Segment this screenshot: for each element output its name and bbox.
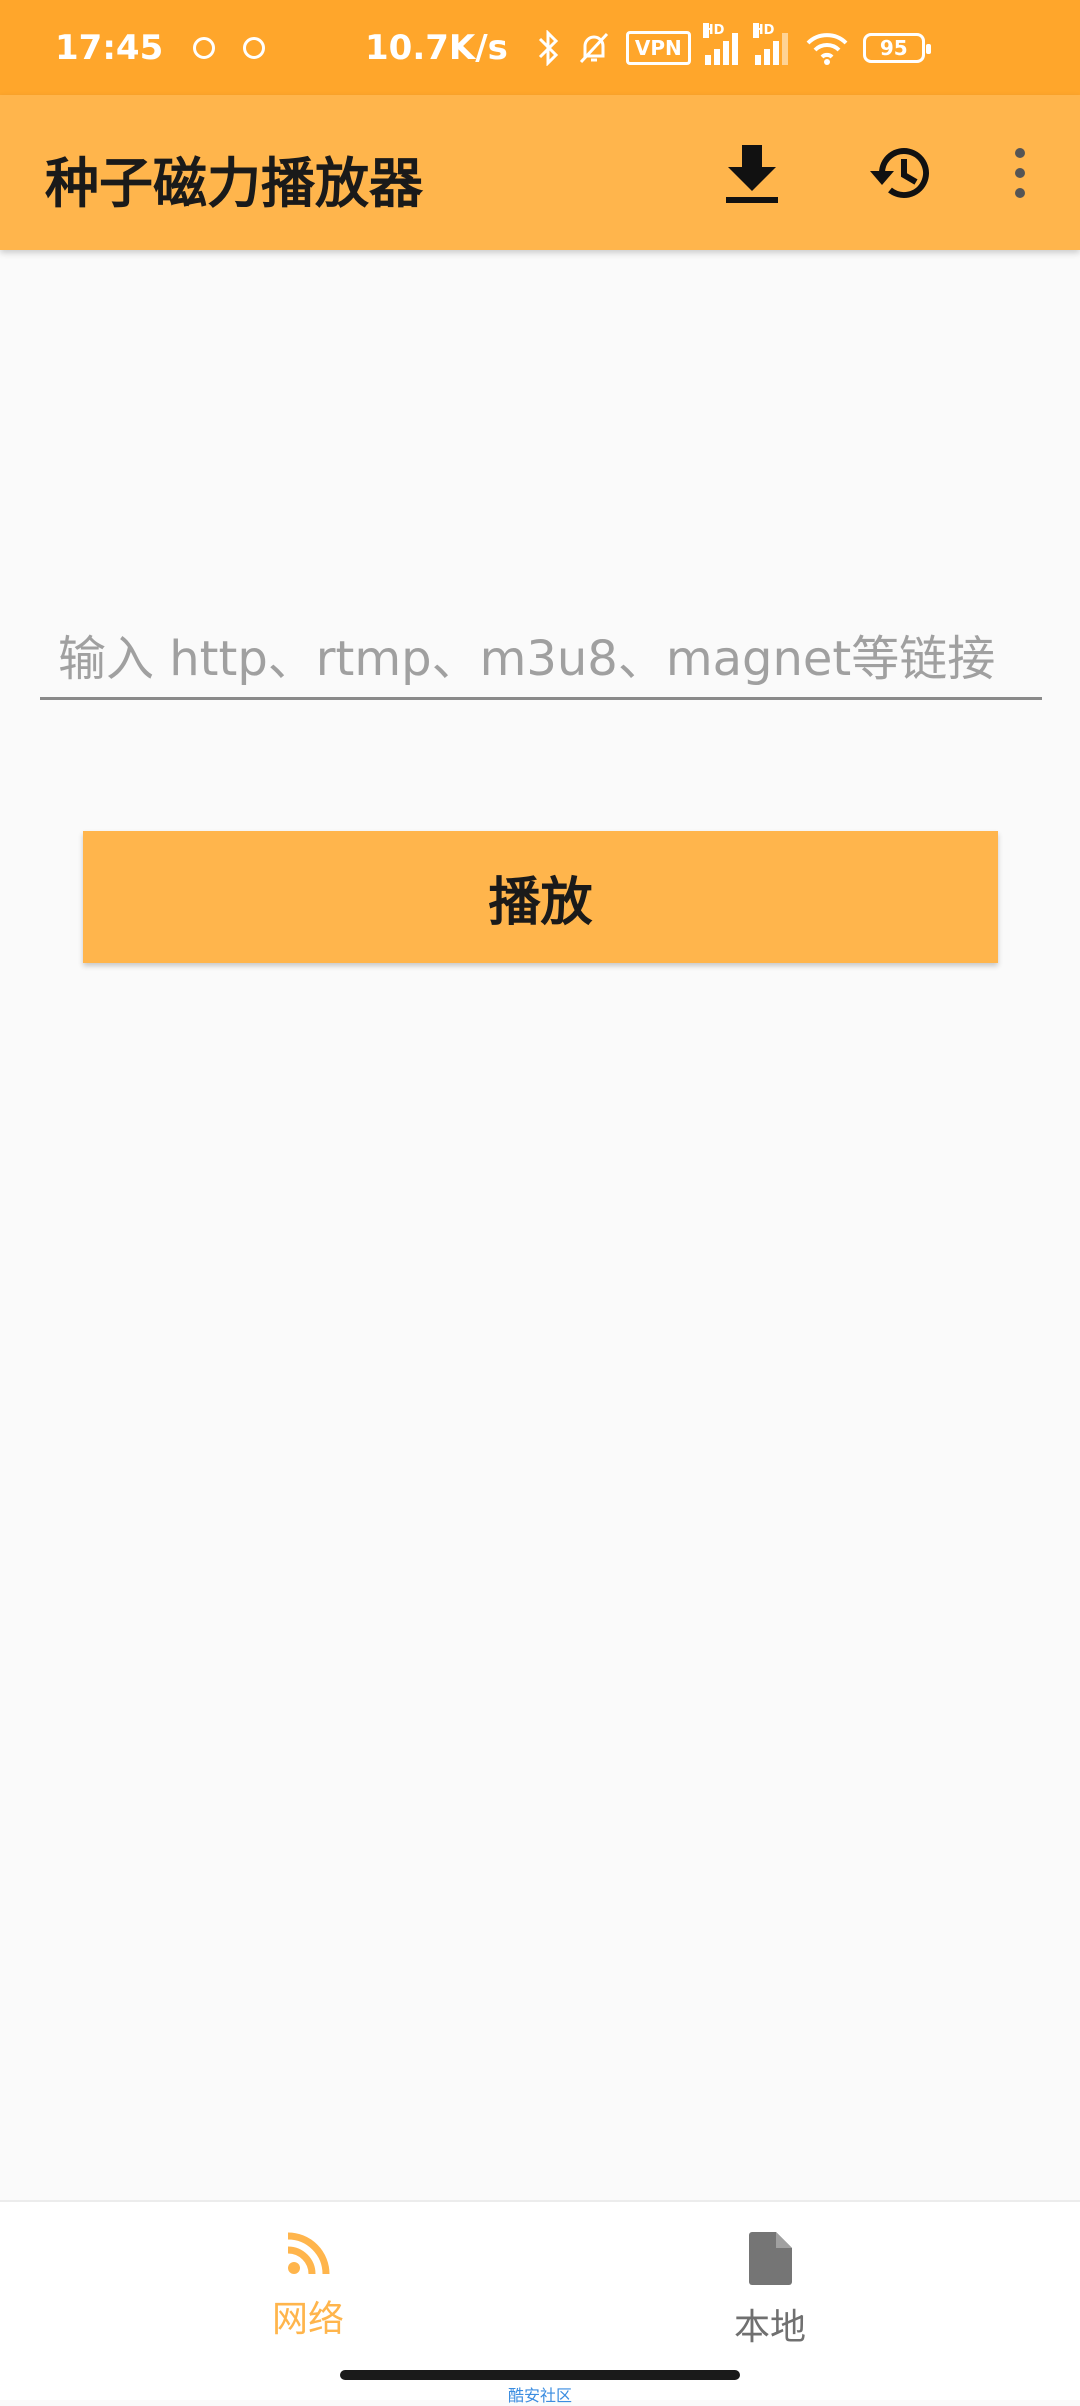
play-button[interactable]: 播放 (83, 831, 998, 963)
download-icon (726, 145, 778, 203)
url-input[interactable] (40, 620, 1042, 700)
nav-label: 网络 (271, 2299, 344, 2340)
more-vert-icon (1015, 148, 1025, 198)
home-indicator[interactable] (340, 2370, 740, 2380)
vpn-badge: VPN (625, 30, 691, 65)
history-icon (870, 148, 929, 199)
signal-icon: HD (752, 22, 791, 65)
notification-icon (193, 36, 215, 59)
download-button[interactable] (714, 135, 790, 211)
bluetooth-icon (538, 29, 559, 66)
network-speed: 10.7K/s (365, 27, 508, 68)
nav-item-local[interactable]: 本地 (670, 2230, 870, 2350)
status-icons: VPN HD HD 95 (522, 22, 931, 66)
watermark: 酷安社区 (507, 2386, 572, 2405)
hd-label: HD (702, 22, 725, 38)
signal-icon: HD (702, 22, 741, 65)
app-title: 种子磁力播放器 (45, 152, 423, 215)
nav-label: 本地 (733, 2307, 806, 2348)
notification-icon (243, 36, 265, 59)
file-icon (749, 2232, 792, 2285)
history-button[interactable] (862, 135, 938, 211)
hd-label: HD (752, 22, 775, 38)
bell-off-icon (579, 32, 608, 63)
rss-icon (287, 2232, 330, 2275)
status-time: 17:45 (55, 27, 164, 68)
app-bar: 种子磁力播放器 (0, 95, 1080, 250)
more-options-button[interactable] (1000, 135, 1040, 211)
status-bar: 17:45 10.7K/s VPN HD HD 95 (0, 0, 1080, 95)
battery-indicator: 95 (862, 32, 931, 63)
nav-item-network[interactable]: 网络 (208, 2230, 408, 2342)
wifi-icon (806, 32, 848, 65)
